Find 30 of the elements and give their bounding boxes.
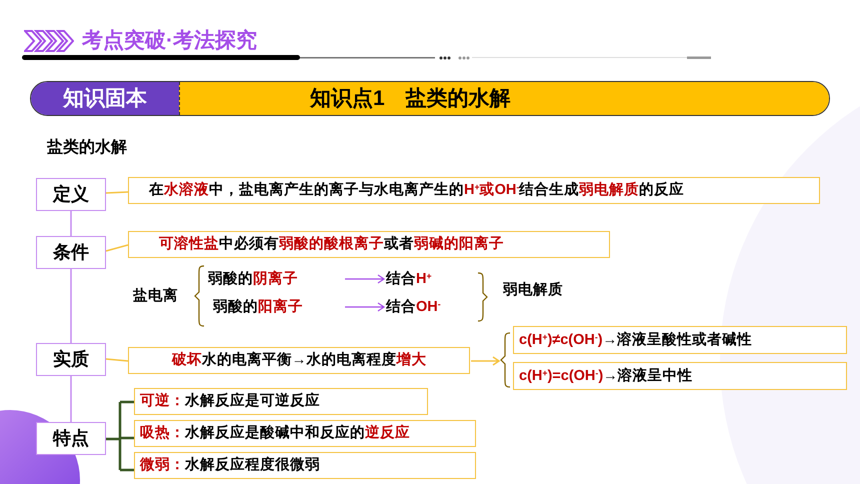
- left-brace: [500, 332, 510, 388]
- outcome-box: c(H$^{+}$)=c(OH$^{-}$)→溶液呈中性: [513, 362, 847, 390]
- outcome-box: c(H$^{+}$)≠c(OH$^{-}$)→溶液呈酸性或者碱性: [513, 326, 847, 354]
- topic-title: 盐类的水解: [47, 137, 127, 158]
- left-brace: [194, 265, 204, 327]
- feature-box: 可逆：水解反应是可逆反应: [134, 388, 428, 415]
- arrow: [344, 274, 386, 284]
- arrow: [344, 302, 386, 312]
- statement-box: 在水溶液中，盐电离产生的离子与水电离产生的H$^{+}$或OH$^{-}$结合生成弱电解质的反应: [128, 177, 820, 204]
- category-label: 特点: [36, 422, 106, 455]
- banner-title: 知识点1 盐类的水解: [179, 82, 829, 115]
- statement-box: 破坏水的电离平衡→水的电离程度增大: [128, 347, 470, 374]
- result-text: 结合H$^{+}$: [386, 270, 432, 289]
- category-label: 条件: [36, 236, 106, 269]
- right-brace: [478, 272, 488, 322]
- arrow: [470, 356, 500, 366]
- product-text: 弱电解质: [503, 280, 563, 300]
- section-heading: 考点突破·考法探究: [82, 28, 257, 54]
- branch-label: 盐电离: [133, 286, 178, 306]
- result-text: 结合OH$^{-}$: [386, 298, 441, 317]
- banner-tag: 知识固本: [31, 82, 179, 115]
- ion-text: 弱酸的阳离子: [212, 297, 303, 317]
- category-label: 实质: [36, 343, 106, 376]
- feature-box: 微弱：水解反应程度很微弱: [134, 452, 476, 479]
- statement-box: 可溶性盐中必须有弱酸的酸根离子或者弱碱的阳离子: [128, 231, 610, 258]
- chevrons-icon: [24, 30, 74, 52]
- ion-text: 弱酸的阴离子: [208, 269, 298, 289]
- feature-box: 吸热：水解反应是酸碱中和反应的逆反应: [134, 420, 476, 447]
- tree-connector: [104, 400, 136, 472]
- category-label: 定义: [36, 178, 106, 211]
